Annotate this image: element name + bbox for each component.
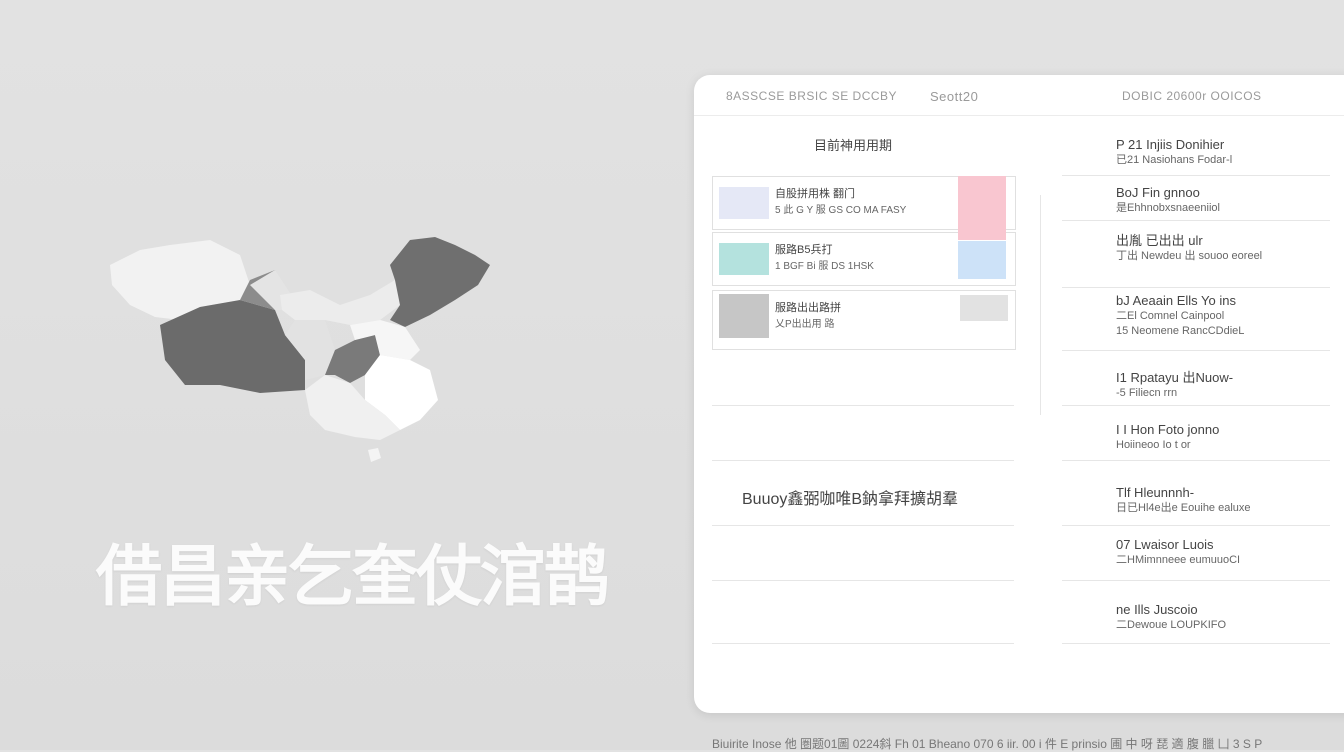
item-name: I I Hon Foto jonno (1116, 422, 1220, 437)
item-desc: 是Ehhnobxsnaeeniiol (1116, 202, 1220, 214)
data-panel: 8ASSCSE BRSIC SE DCCBY Seott20 DOBIC 206… (694, 75, 1344, 713)
item-desc: 二Dewoue LOUPKIFO (1116, 619, 1227, 631)
china-map-illustration (110, 237, 490, 462)
item-desc: -5 Filiecn rrn (1116, 387, 1178, 399)
divider (1062, 580, 1330, 581)
row-subtitle: 乂P出出用 路 (775, 319, 835, 330)
right-list-item[interactable]: I1 Rpatayu 出Nuow- -5 Filiecn rrn (1116, 370, 1233, 401)
divider (712, 525, 1014, 526)
divider (712, 643, 1014, 644)
row-title: 服路B5兵打 (775, 244, 833, 256)
left-column-title: 目前神用用期 (814, 138, 893, 153)
hero-slogan: 借昌亲乞奎仗涫鹊 (96, 538, 610, 615)
right-list-item[interactable]: bJ Aeaain Ells Yo ins 二El Comnel Cainpoo… (1116, 293, 1244, 339)
right-list-item[interactable]: I I Hon Foto jonno Hoiineoo Io t or (1116, 422, 1219, 453)
item-name: bJ Aeaain Ells Yo ins (1116, 293, 1236, 308)
divider (1062, 175, 1330, 176)
item-name: 07 Lwaisor Luois (1116, 537, 1214, 552)
row-color-swatch (719, 243, 769, 275)
right-list-item[interactable]: 出胤 已出出 ulr 丁出 Newdeu 出 souoo eoreel (1116, 233, 1262, 264)
item-desc: 二HMimnneee eumuuoCI (1116, 554, 1241, 566)
item-desc-extra: 15 Neomene RancCDdieL (1116, 325, 1245, 337)
panel-header-col2: Seott20 (930, 89, 979, 104)
panel-header-col3: DOBIC 20600r OOICOS (1122, 89, 1262, 103)
accent-swatch-gray (960, 295, 1008, 321)
item-desc: 已21 Nasiohans Fodar-l (1116, 154, 1233, 166)
item-name: ne Ills Juscoio (1116, 602, 1198, 617)
item-name: Tlf Hleunnnh- (1116, 485, 1195, 500)
row-title: 自股拼用株 翻门 (775, 188, 856, 200)
item-name: I1 Rpatayu 出Nuow- (1116, 370, 1234, 385)
right-list-item[interactable]: 07 Lwaisor Luois 二HMimnneee eumuuoCI (1116, 537, 1240, 568)
right-list-item[interactable]: ne Ills Juscoio 二Dewoue LOUPKIFO (1116, 602, 1226, 633)
row-title: 服路出出路拼 (775, 302, 841, 314)
divider (1062, 405, 1330, 406)
left-caption: Buuoy鑫弼咖唯B鈉拿拜擴胡羣 (742, 491, 959, 508)
right-list-item[interactable]: Tlf Hleunnnh- 日已Hl4e出e Eouihe ealuxe (1116, 485, 1251, 516)
region-inner-mongolia (280, 280, 400, 325)
item-desc: 二El Comnel Cainpool (1116, 310, 1225, 322)
item-name: P 21 Injiis Donihier (1116, 137, 1225, 152)
divider (712, 460, 1014, 461)
item-name: BoJ Fin gnnoo (1116, 185, 1200, 200)
row-color-swatch (719, 294, 769, 338)
divider (1062, 220, 1330, 221)
region-hainan (368, 448, 381, 462)
right-list-item[interactable]: P 21 Injiis Donihier 已21 Nasiohans Fodar… (1116, 137, 1232, 168)
divider (712, 405, 1014, 406)
divider (1062, 350, 1330, 351)
accent-swatch-blue (958, 241, 1006, 279)
item-desc: 日已Hl4e出e Eouihe ealuxe (1116, 502, 1251, 514)
divider (1062, 525, 1330, 526)
column-divider (1040, 195, 1041, 415)
right-list-item[interactable]: BoJ Fin gnnoo 是Ehhnobxsnaeeniiol (1116, 185, 1220, 216)
divider (1062, 287, 1330, 288)
region-northeast (390, 237, 490, 327)
panel-header: 8ASSCSE BRSIC SE DCCBY Seott20 DOBIC 206… (694, 75, 1344, 116)
item-name: 出胤 已出出 ulr (1116, 233, 1203, 248)
panel-header-col1: 8ASSCSE BRSIC SE DCCBY (726, 89, 898, 103)
divider (1062, 460, 1330, 461)
item-desc: 丁出 Newdeu 出 souoo eoreel (1116, 250, 1263, 262)
footer-caption: Biuirite Inose 他 圏题01圖 0224斜 Fh 01 Bhean… (712, 737, 1263, 751)
divider (1062, 643, 1330, 644)
accent-swatch-pink (958, 176, 1006, 240)
row-subtitle: 5 此 G Y 服 GS CO MA FASY (775, 205, 907, 216)
item-desc: Hoiineoo Io t or (1116, 439, 1191, 451)
row-color-swatch (719, 187, 769, 219)
row-subtitle: 1 BGF Bi 服 DS 1HSK (775, 261, 874, 272)
divider (712, 580, 1014, 581)
